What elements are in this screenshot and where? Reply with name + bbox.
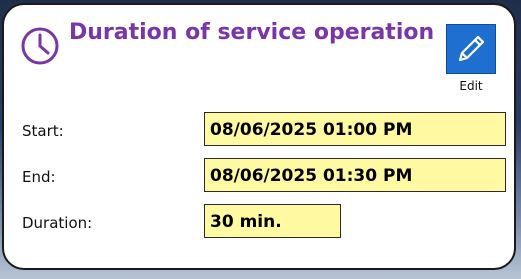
edit-button-label: Edit [459,79,483,93]
duration-label: Duration: [22,214,93,232]
pencil-icon [458,35,485,62]
page-title: Duration of service operation [69,20,435,45]
end-value-field[interactable]: 08/06/2025 01:30 PM [204,158,506,192]
edit-button[interactable]: Edit [444,22,498,96]
edit-button-tile[interactable] [446,24,496,74]
clock-icon [21,27,59,65]
service-duration-card: Duration of service operation Edit Start… [2,3,516,270]
duration-value-field[interactable]: 30 min. [204,204,341,238]
end-label: End: [22,168,56,186]
start-value-field[interactable]: 08/06/2025 01:00 PM [204,112,506,146]
start-label: Start: [22,122,64,140]
